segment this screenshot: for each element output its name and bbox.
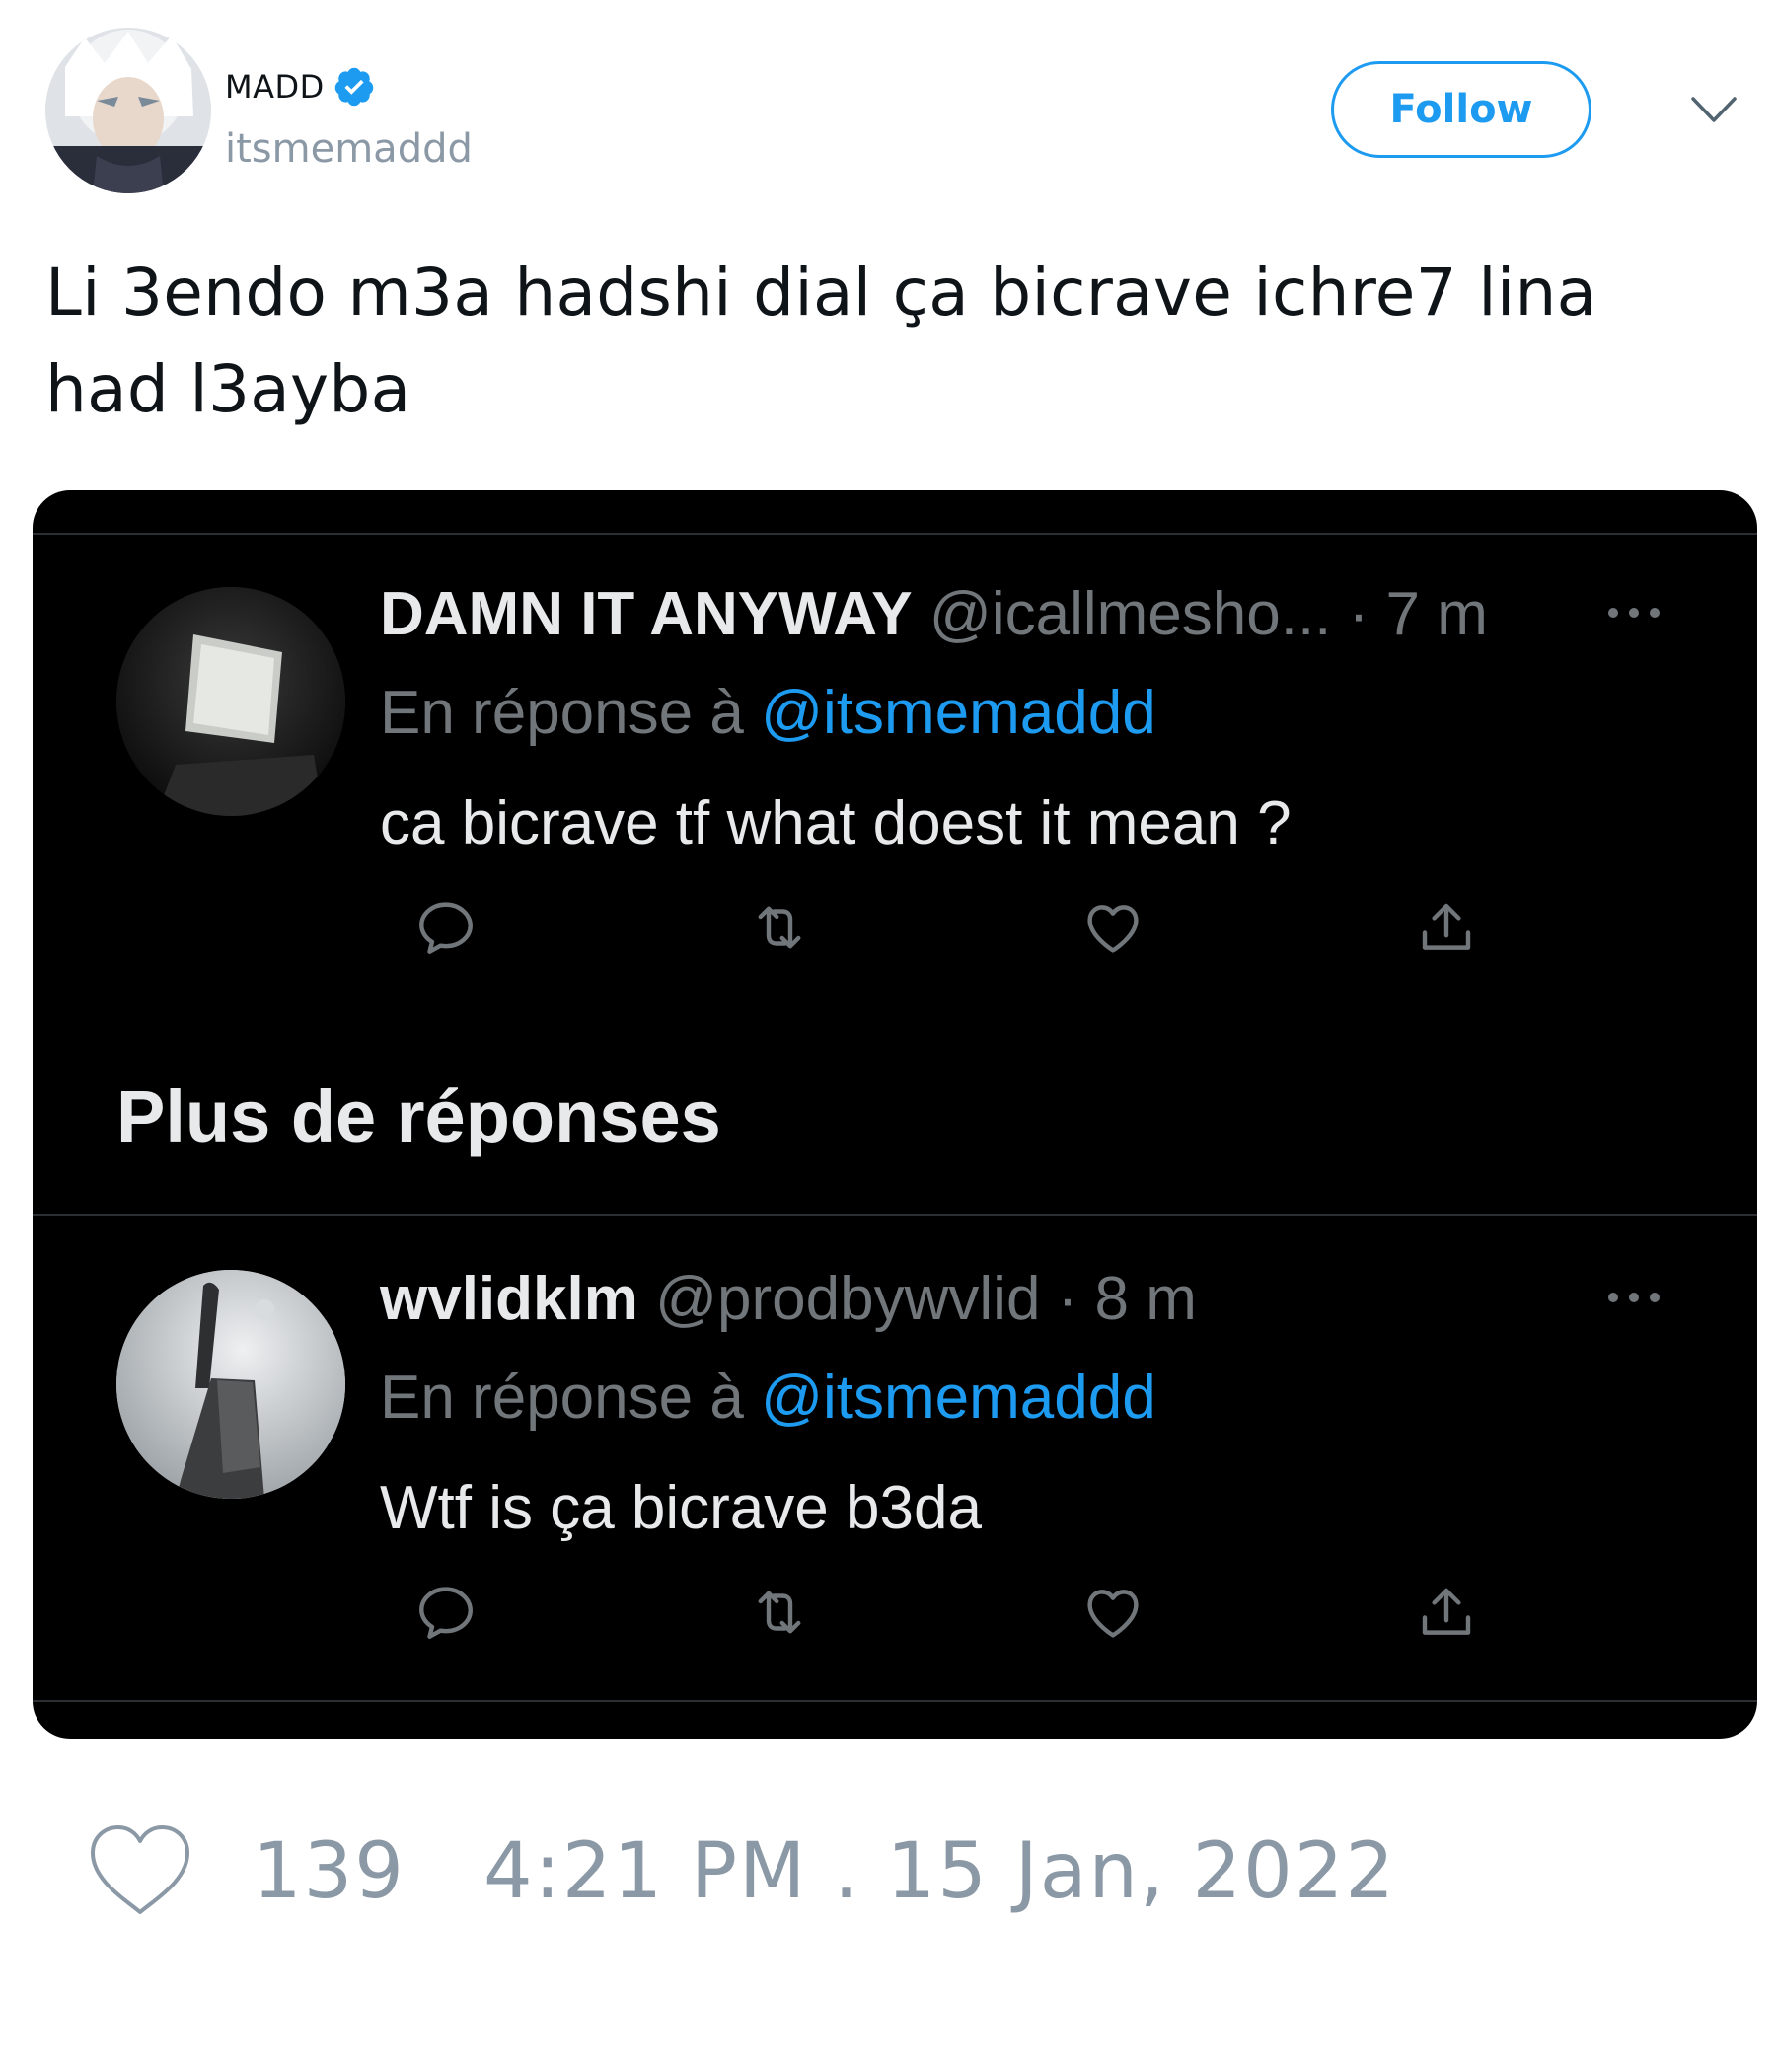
reply-author-name: wvlidklm [380,1265,638,1333]
tweet-text: Li 3endo m3a hadshi dial ça bicrave ichr… [45,245,1723,438]
verified-badge-icon [334,67,374,107]
author-display-name: MADD [225,68,325,106]
reply-icon [419,1587,473,1639]
share-icon [1422,1588,1471,1635]
divider [33,1214,1757,1216]
chevron-down-icon[interactable] [1689,91,1739,130]
tweet-text-line: had l3ayba [45,351,411,427]
avatar-image [116,587,345,816]
like-heart-icon[interactable] [87,1823,193,1918]
reply-context-prefix: En réponse à [380,679,744,747]
reply-author-handle: @icallmesho... [928,580,1332,648]
tweet-media-image[interactable]: DAMN IT ANYWAY @icallmesho... · 7 m En r… [33,490,1757,1739]
tweet-timestamp[interactable]: 4:21 PM . 15 Jan, 2022 [483,1827,1396,1916]
author-name-row: MADD [225,65,376,109]
reply-mention: @itsmemaddd [761,679,1156,747]
more-icon [1608,608,1660,618]
section-title: Plus de réponses [116,1075,721,1157]
tweet-header: MADD itsmemaddd Follow [0,0,1776,217]
reply-text: Wtf is ça bicrave b3da [380,1474,982,1542]
heart-icon [1087,905,1139,953]
reply-context-prefix: En réponse à [380,1364,744,1432]
reply-author-name: DAMN IT ANYWAY [380,580,913,648]
avatar-image [116,1270,345,1499]
divider [33,533,1757,535]
avatar-image [45,28,211,193]
reply-mention: @itsmemaddd [761,1364,1156,1432]
reply-context: En réponse à @itsmemaddd [380,678,1156,748]
reply-text: ca bicrave tf what doest it mean ? [380,789,1292,857]
divider [33,1700,1757,1702]
share-icon [1422,903,1471,950]
reply-time: · 7 m [1348,580,1488,648]
reply-avatar [116,587,345,816]
heart-icon [1087,1590,1139,1638]
reply-context: En réponse à @itsmemaddd [380,1363,1156,1433]
reply-author-handle: @prodbywvlid [655,1265,1041,1333]
reply-header: wvlidklm @prodbywvlid · 8 m [380,1264,1197,1334]
tweet-text-line: Li 3endo m3a hadshi dial ça bicrave ichr… [45,255,1597,331]
follow-button[interactable]: Follow [1331,61,1591,158]
more-icon [1608,1293,1660,1302]
author-handle[interactable]: itsmemaddd [225,126,473,172]
reply-avatar [116,1270,345,1499]
reply-header: DAMN IT ANYWAY @icallmesho... · 7 m [380,579,1488,649]
like-count[interactable]: 139 [253,1827,406,1916]
retweet-icon [758,1591,801,1634]
reply-icon [419,902,473,954]
author-avatar[interactable] [45,28,211,193]
retweet-icon [758,906,801,949]
reply-time: · 8 m [1057,1265,1197,1333]
